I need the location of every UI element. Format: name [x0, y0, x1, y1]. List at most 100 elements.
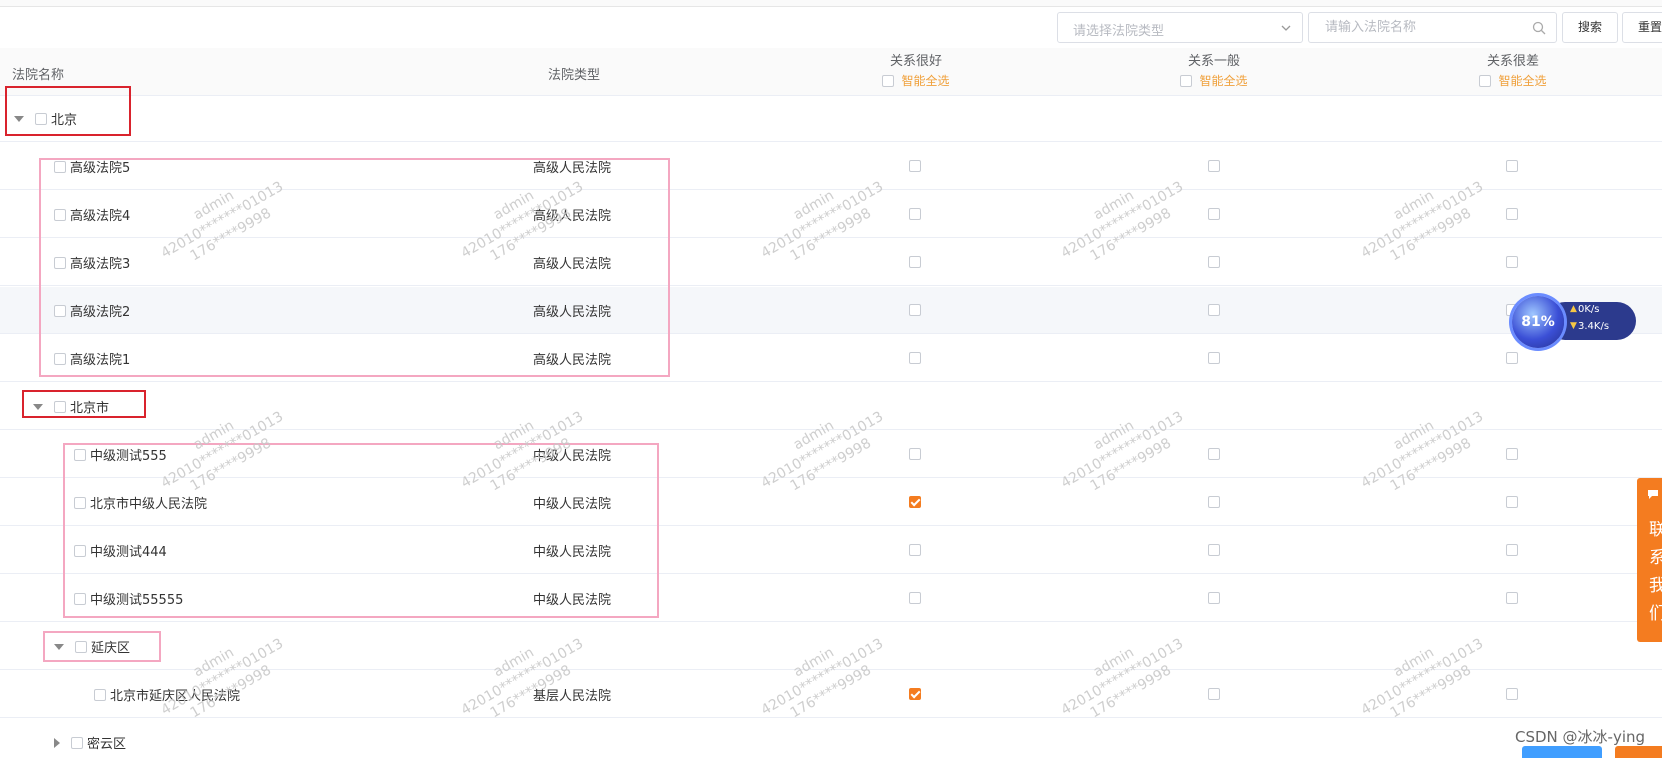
normal-checkbox[interactable] [1208, 688, 1220, 700]
select-all-bad-checkbox[interactable] [1479, 74, 1492, 87]
table-row: 高级法院3 高级人民法院 [0, 239, 1662, 286]
court-type-select[interactable]: 请选择法院类型 [1057, 12, 1303, 43]
header-col-good-label: 关系很好 [889, 54, 942, 69]
normal-checkbox[interactable] [1208, 496, 1220, 508]
group-cell[interactable]: 北京 [14, 95, 77, 142]
court-type: 中级人民法院 [533, 449, 612, 464]
court-type: 中级人民法院 [533, 545, 612, 560]
group-cell[interactable]: 密云区 [54, 723, 126, 762]
normal-checkbox[interactable] [1208, 256, 1220, 268]
filter-toolbar: 请选择法院类型 搜索 重置 [0, 12, 1662, 44]
header-col-normal: 关系一般 智能全选 [1134, 50, 1294, 91]
bad-checkbox[interactable] [1506, 496, 1518, 508]
normal-checkbox[interactable] [1208, 544, 1220, 556]
speed-ball[interactable]: 81% [1512, 296, 1564, 348]
court-type: 高级人民法院 [533, 161, 612, 176]
table-row: 北京市中级人民法院 中级人民法院 [0, 479, 1662, 526]
bad-checkbox[interactable] [1506, 160, 1518, 172]
court-type: 中级人民法院 [533, 593, 612, 608]
good-checkbox[interactable] [909, 208, 921, 220]
select-all-good-label: 智能全选 [901, 74, 950, 88]
search-button[interactable]: 搜索 [1562, 12, 1618, 43]
collapse-caret-icon[interactable] [54, 643, 64, 650]
name-cell: 高级法院4 [54, 191, 130, 238]
header-col-normal-label: 关系一般 [1187, 54, 1240, 69]
court-name: 高级法院3 [70, 257, 131, 272]
table-row: 北京市 [0, 383, 1662, 430]
good-checkbox[interactable] [909, 256, 921, 268]
collapse-caret-icon[interactable] [14, 115, 24, 122]
row-checkbox[interactable] [71, 736, 83, 749]
corner-orange-button[interactable] [1615, 746, 1662, 758]
row-checkbox[interactable] [75, 640, 87, 653]
reset-button[interactable]: 重置 [1622, 12, 1662, 43]
bad-checkbox[interactable] [1506, 352, 1518, 364]
row-checkbox[interactable] [74, 544, 86, 557]
row-checkbox[interactable] [54, 352, 66, 365]
network-speed-widget[interactable]: 81% ▲ 0K/s ▼ 3.4K/s [1512, 296, 1637, 348]
name-cell: 高级法院5 [54, 143, 130, 190]
select-all-bad[interactable]: 智能全选 [1479, 72, 1547, 89]
select-all-normal[interactable]: 智能全选 [1180, 72, 1248, 89]
header-col-good: 关系很好 智能全选 [836, 50, 996, 91]
table-header: 法院名称 法院类型 关系很好 智能全选 关系一般 智能全选 关系很差 智能全选 [0, 48, 1662, 96]
good-checkbox[interactable] [909, 496, 921, 508]
expand-caret-icon[interactable] [54, 737, 60, 748]
court-name: 高级法院5 [70, 161, 131, 176]
row-checkbox[interactable] [94, 688, 106, 701]
good-checkbox[interactable] [909, 304, 921, 316]
good-checkbox[interactable] [909, 448, 921, 460]
bad-checkbox[interactable] [1506, 256, 1518, 268]
row-checkbox[interactable] [54, 208, 66, 221]
group-label: 延庆区 [91, 641, 131, 656]
bad-checkbox[interactable] [1506, 208, 1518, 220]
header-col-bad-label: 关系很差 [1486, 54, 1539, 69]
row-checkbox[interactable] [54, 256, 66, 269]
select-all-good-checkbox[interactable] [882, 74, 895, 87]
table-row: 北京市延庆区人民法院 基层人民法院 [0, 671, 1662, 718]
group-label: 密云区 [87, 737, 127, 752]
court-name-input[interactable] [1323, 19, 1527, 36]
normal-checkbox[interactable] [1208, 448, 1220, 460]
court-name: 中级测试55555 [90, 593, 184, 608]
select-all-good[interactable]: 智能全选 [882, 72, 950, 89]
good-checkbox[interactable] [909, 160, 921, 172]
row-checkbox[interactable] [74, 448, 86, 461]
download-arrow-icon: ▼ [1570, 321, 1577, 331]
header-court-type: 法院类型 [548, 68, 601, 83]
normal-checkbox[interactable] [1208, 160, 1220, 172]
contact-us-tab[interactable]: 联系我们 [1637, 478, 1662, 642]
good-checkbox[interactable] [909, 688, 921, 700]
normal-checkbox[interactable] [1208, 304, 1220, 316]
name-cell: 高级法院3 [54, 239, 130, 286]
bad-checkbox[interactable] [1506, 544, 1518, 556]
corner-blue-button[interactable] [1522, 746, 1602, 758]
group-cell[interactable]: 北京市 [33, 383, 109, 430]
row-checkbox[interactable] [54, 304, 66, 317]
good-checkbox[interactable] [909, 592, 921, 604]
table-row: 北京 [0, 95, 1662, 142]
bad-checkbox[interactable] [1506, 448, 1518, 460]
bad-checkbox[interactable] [1506, 592, 1518, 604]
row-checkbox[interactable] [74, 496, 86, 509]
collapse-caret-icon[interactable] [33, 403, 43, 410]
select-all-bad-label: 智能全选 [1498, 74, 1547, 88]
row-checkbox[interactable] [54, 400, 66, 413]
group-cell[interactable]: 延庆区 [54, 623, 130, 670]
bad-checkbox[interactable] [1506, 688, 1518, 700]
name-cell: 高级法院1 [54, 335, 130, 382]
table-row: 高级法院4 高级人民法院 [0, 191, 1662, 238]
table-row: 中级测试444 中级人民法院 [0, 527, 1662, 574]
normal-checkbox[interactable] [1208, 592, 1220, 604]
row-checkbox[interactable] [54, 160, 66, 173]
good-checkbox[interactable] [909, 352, 921, 364]
top-tab-strip [0, 0, 1662, 7]
row-checkbox[interactable] [35, 112, 47, 125]
court-name: 中级测试444 [90, 545, 167, 560]
court-name-search-field[interactable] [1308, 12, 1557, 43]
select-all-normal-checkbox[interactable] [1180, 74, 1193, 87]
normal-checkbox[interactable] [1208, 352, 1220, 364]
row-checkbox[interactable] [74, 592, 86, 605]
normal-checkbox[interactable] [1208, 208, 1220, 220]
good-checkbox[interactable] [909, 544, 921, 556]
